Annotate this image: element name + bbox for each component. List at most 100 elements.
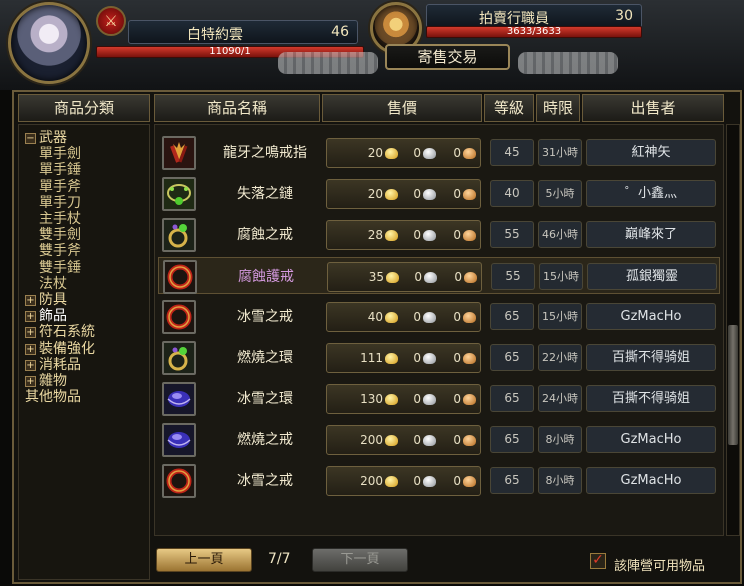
silver-coin-icon — [423, 230, 436, 241]
gold-coin-icon — [385, 189, 398, 200]
item-row[interactable]: 冰雪之戒 200 0 0 65 8小時 GzMacHo — [158, 462, 720, 499]
item-name[interactable]: 腐蝕之戒 — [206, 220, 324, 250]
copper-amount: 0 — [453, 228, 461, 242]
item-time-left: 15小時 — [538, 303, 582, 330]
gold-amount: 111 — [360, 351, 383, 365]
item-seller: GzMacHo — [586, 426, 716, 453]
category-item[interactable]: 消耗品 — [39, 357, 81, 373]
title-wing-left — [278, 52, 378, 74]
item-name[interactable]: 燃燒之環 — [206, 343, 324, 373]
category-item[interactable]: 法杖 — [39, 276, 67, 292]
pvp-sword-icon[interactable]: ⚔ — [96, 6, 126, 36]
next-page-button[interactable]: 下一頁 — [312, 548, 408, 572]
item-name[interactable]: 腐蝕護戒 — [207, 262, 325, 292]
header-seller[interactable]: 出售者 — [582, 94, 724, 122]
header-price[interactable]: 售價 — [322, 94, 482, 122]
item-seller: 巔峰來了 — [586, 221, 716, 248]
silver-coin-icon — [423, 312, 436, 323]
category-item[interactable]: 雙手劍 — [39, 228, 81, 243]
gold-coin-icon — [385, 148, 398, 159]
silver-amount: 0 — [413, 187, 421, 201]
player-level: 46 — [331, 24, 349, 40]
expand-icon[interactable]: + — [25, 343, 36, 355]
item-name[interactable]: 冰雪之環 — [206, 384, 324, 414]
item-seller: 百撕不得骑姐 — [586, 385, 716, 412]
copper-amount: 0 — [454, 270, 462, 284]
item-name[interactable]: 冰雪之戒 — [206, 466, 324, 496]
gold-coin-icon — [385, 394, 398, 405]
silver-amount: 0 — [413, 433, 421, 447]
expand-icon[interactable]: + — [25, 376, 36, 387]
collapse-icon[interactable]: − — [25, 133, 36, 144]
faction-filter-label[interactable]: 該陣營可用物品 — [614, 555, 705, 574]
red-ring-icon[interactable] — [163, 260, 197, 294]
item-row[interactable]: 燃燒之環 111 0 0 65 22小時 百撕不得骑姐 — [158, 339, 720, 376]
fang-ring-icon[interactable] — [162, 136, 196, 170]
blue-gem-icon[interactable] — [162, 423, 196, 457]
category-item[interactable]: 符石系統 — [39, 325, 95, 340]
item-time-left: 8小時 — [538, 467, 582, 494]
item-row[interactable]: 冰雪之戒 40 0 0 65 15小時 GzMacHo — [158, 298, 720, 335]
expand-icon[interactable]: + — [25, 359, 36, 371]
price-box: 40 0 0 — [326, 302, 481, 332]
blue-gem-icon[interactable] — [162, 382, 196, 416]
header-item-name[interactable]: 商品名稱 — [154, 94, 320, 122]
category-item[interactable]: 單手錘 — [39, 163, 81, 178]
category-item[interactable]: 雜物 — [39, 374, 67, 389]
scrollbar-thumb[interactable] — [728, 325, 738, 445]
red-ring-icon[interactable] — [162, 300, 196, 334]
expand-icon[interactable]: + — [25, 311, 36, 323]
copper-coin-icon — [463, 435, 476, 446]
category-item[interactable]: 雙手錘 — [39, 260, 81, 276]
item-level: 45 — [490, 139, 534, 166]
green-gem-ring-icon[interactable] — [162, 218, 196, 252]
category-item[interactable]: 主手杖 — [39, 212, 81, 227]
header-category: 商品分類 — [18, 94, 150, 122]
category-item[interactable]: 飾品 — [39, 309, 67, 324]
category-item[interactable]: 單手斧 — [39, 179, 81, 195]
item-row[interactable]: 腐蝕之戒 28 0 0 55 46小時 巔峰來了 — [158, 216, 720, 253]
red-ring-icon[interactable] — [162, 464, 196, 498]
gold-amount: 200 — [360, 474, 383, 488]
category-item[interactable]: 單手刀 — [39, 195, 81, 211]
price-box: 28 0 0 — [326, 220, 481, 250]
item-row[interactable]: 冰雪之環 130 0 0 65 24小時 百撕不得骑姐 — [158, 380, 720, 417]
category-item[interactable]: 武器 — [39, 131, 67, 146]
expand-icon[interactable]: + — [25, 327, 36, 339]
emerald-chain-icon[interactable] — [162, 177, 196, 211]
item-row[interactable]: 龍牙之鳴戒指 20 0 0 45 31小時 紅神矢 — [158, 134, 720, 171]
list-scrollbar[interactable] — [726, 124, 740, 536]
item-name[interactable]: 失落之鏈 — [206, 179, 324, 209]
player-portrait[interactable] — [8, 2, 90, 84]
silver-amount: 0 — [413, 392, 421, 406]
copper-coin-icon — [463, 476, 476, 487]
expand-icon[interactable]: + — [25, 295, 36, 306]
gold-coin-icon — [385, 353, 398, 364]
item-level: 65 — [490, 344, 534, 371]
silver-coin-icon — [423, 353, 436, 364]
item-name[interactable]: 龍牙之鳴戒指 — [206, 138, 324, 168]
gold-coin-icon — [385, 476, 398, 487]
silver-coin-icon — [424, 272, 437, 283]
prev-page-button[interactable]: 上一頁 — [156, 548, 252, 572]
faction-filter-checkbox[interactable]: ✓ — [590, 553, 606, 569]
category-item[interactable]: 其他物品 — [25, 390, 81, 405]
item-row[interactable]: 失落之鏈 20 0 0 40 5小時 ゜小鑫灬 — [158, 175, 720, 212]
item-name[interactable]: 冰雪之戒 — [206, 302, 324, 332]
header-level[interactable]: 等級 — [484, 94, 534, 122]
npc-namebar: 拍賣行職員 30 — [426, 4, 642, 28]
gold-amount: 40 — [367, 310, 383, 324]
item-seller: 孤銀獨靈 — [587, 263, 717, 290]
item-seller: ゜小鑫灬 — [586, 180, 716, 207]
item-name[interactable]: 燃燒之戒 — [206, 425, 324, 455]
header-time[interactable]: 時限 — [536, 94, 580, 122]
top-status-bar: ⚔ 白特約雲 46 11090/1 拍賣行職員 30 3633/3633 寄售交… — [0, 0, 744, 90]
green-gem-ring-icon[interactable] — [162, 341, 196, 375]
category-item[interactable]: 單手劍 — [39, 147, 81, 162]
item-row[interactable]: 腐蝕護戒 35 0 0 55 15小時 孤銀獨靈 — [158, 257, 720, 294]
item-row[interactable]: 燃燒之戒 200 0 0 65 8小時 GzMacHo — [158, 421, 720, 458]
item-seller: 百撕不得骑姐 — [586, 344, 716, 371]
category-item[interactable]: 防具 — [39, 293, 67, 308]
category-item[interactable]: 裝備強化 — [39, 341, 95, 357]
category-item[interactable]: 雙手斧 — [39, 244, 81, 259]
